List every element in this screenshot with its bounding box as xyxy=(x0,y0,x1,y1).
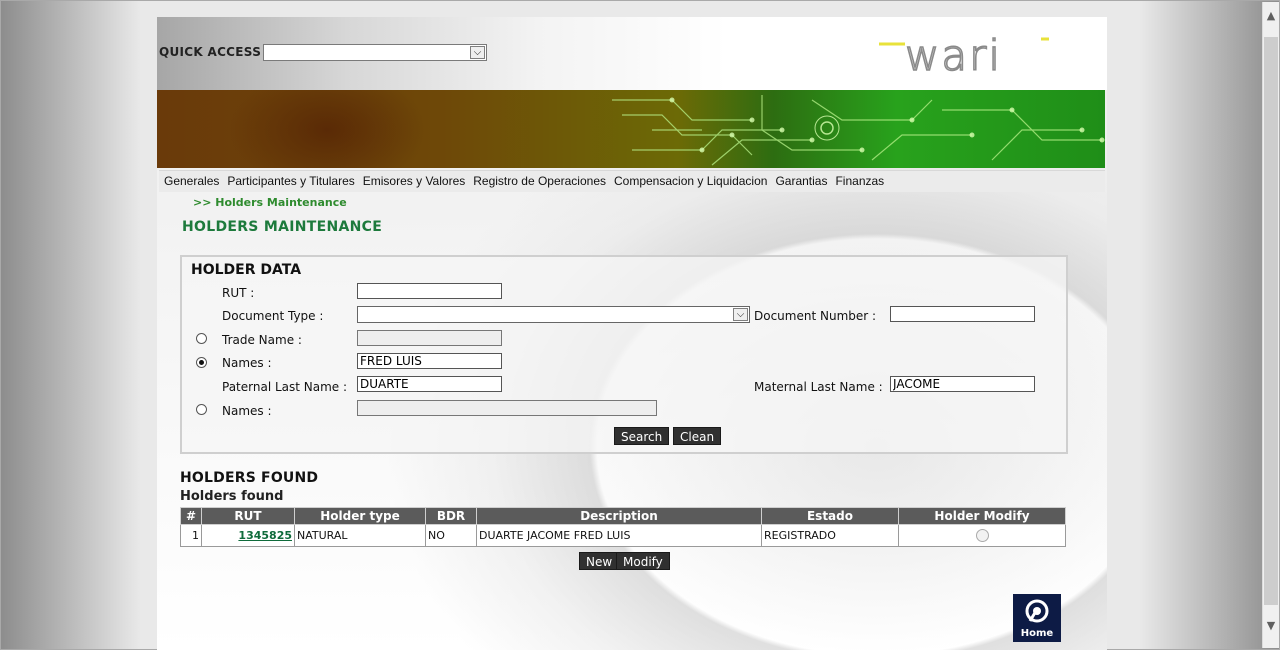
home-icon xyxy=(1025,599,1049,623)
document-number-input[interactable] xyxy=(890,306,1035,322)
table-header-row: # RUT Holder type BDR Description Estado… xyxy=(180,507,1066,525)
new-button[interactable]: New xyxy=(579,552,620,570)
main-nav: Generales Participantes y Titulares Emisor… xyxy=(159,170,1105,192)
cell-bdr: NO xyxy=(425,524,477,547)
vertical-scrollbar[interactable]: ▲ ▼ xyxy=(1262,2,1279,648)
circuit-banner xyxy=(157,90,1105,168)
holder-data-panel: HOLDER DATA RUT : Document Type : ⌵ Docu… xyxy=(180,255,1068,454)
logo-text: wari xyxy=(905,35,1002,75)
names-input[interactable] xyxy=(357,353,502,369)
page-title: HOLDERS MAINTENANCE xyxy=(182,219,383,235)
wari-logo: wari xyxy=(879,35,1049,75)
rut-label: RUT : xyxy=(222,286,255,300)
col-header-num: # xyxy=(180,507,202,525)
names-alt-input[interactable] xyxy=(357,400,657,416)
document-number-label: Document Number : xyxy=(754,309,877,323)
cell-estado: REGISTRADO xyxy=(761,524,899,547)
trade-name-radio[interactable] xyxy=(196,333,207,344)
nav-item-garantias[interactable]: Garantias xyxy=(775,171,827,192)
cell-holder-modify xyxy=(898,524,1066,547)
rut-input[interactable] xyxy=(357,283,502,299)
holders-found-title: HOLDERS FOUND xyxy=(180,470,319,486)
scroll-up-icon[interactable]: ▲ xyxy=(1263,8,1279,24)
clean-button[interactable]: Clean xyxy=(673,427,722,445)
nav-item-registro[interactable]: Registro de Operaciones xyxy=(473,171,606,192)
document-type-label: Document Type : xyxy=(222,309,324,323)
scroll-down-icon[interactable]: ▼ xyxy=(1263,618,1279,634)
cell-description: DUARTE JACOME FRED LUIS xyxy=(476,524,762,547)
nav-item-emisores[interactable]: Emisores y Valores xyxy=(363,171,465,192)
table-row: 1 1345825 NATURAL NO DUARTE JACOME FRED … xyxy=(180,524,1066,547)
nav-item-generales[interactable]: Generales xyxy=(164,171,219,192)
rut-link[interactable]: 1345825 xyxy=(238,529,292,542)
chevron-down-icon[interactable]: ⌵ xyxy=(470,46,485,59)
col-header-rut: RUT xyxy=(201,507,295,525)
col-header-estado: Estado xyxy=(761,507,899,525)
names-alt-label: Names : xyxy=(222,404,272,418)
nav-item-participantes[interactable]: Participantes y Titulares xyxy=(227,171,354,192)
paternal-last-name-input[interactable] xyxy=(357,376,502,392)
maternal-last-name-input[interactable] xyxy=(890,376,1035,392)
col-header-holder-modify: Holder Modify xyxy=(898,507,1066,525)
nav-item-compensacion[interactable]: Compensacion y Liquidacion xyxy=(614,171,767,192)
chevron-down-icon[interactable]: ⌵ xyxy=(733,308,748,321)
holder-modify-radio[interactable] xyxy=(975,529,989,543)
col-header-bdr: BDR xyxy=(425,507,477,525)
cell-num: 1 xyxy=(180,524,202,547)
maternal-last-name-label: Maternal Last Name : xyxy=(754,380,883,394)
col-header-description: Description xyxy=(476,507,762,525)
home-label: Home xyxy=(1020,628,1054,639)
breadcrumb: >> Holders Maintenance xyxy=(193,196,347,209)
cell-holder-type: NATURAL xyxy=(294,524,426,547)
panel-title: HOLDER DATA xyxy=(191,262,302,278)
scroll-thumb[interactable] xyxy=(1264,37,1278,605)
trade-name-input[interactable] xyxy=(357,330,502,346)
page-container: QUICK ACCESS : ⌵ wari Generales Particip… xyxy=(157,17,1107,650)
holders-table: # RUT Holder type BDR Description Estado… xyxy=(180,507,1066,547)
search-button[interactable]: Search xyxy=(614,427,670,445)
quick-access-label: QUICK ACCESS : xyxy=(159,45,271,59)
nav-item-finanzas[interactable]: Finanzas xyxy=(835,171,884,192)
top-bar: QUICK ACCESS : ⌵ wari xyxy=(157,17,1107,90)
names-radio[interactable] xyxy=(196,357,207,368)
col-header-holder-type: Holder type xyxy=(294,507,426,525)
trade-name-label: Trade Name : xyxy=(222,333,302,347)
paternal-last-name-label: Paternal Last Name : xyxy=(222,380,348,394)
modify-button[interactable]: Modify xyxy=(616,552,670,570)
document-type-select[interactable]: ⌵ xyxy=(357,306,750,323)
holders-found-subtitle: Holders found xyxy=(180,489,284,504)
home-button[interactable]: Home xyxy=(1013,594,1061,642)
quick-access-select[interactable]: ⌵ xyxy=(263,44,487,61)
names-alt-radio[interactable] xyxy=(196,404,207,415)
names-label: Names : xyxy=(222,356,272,370)
